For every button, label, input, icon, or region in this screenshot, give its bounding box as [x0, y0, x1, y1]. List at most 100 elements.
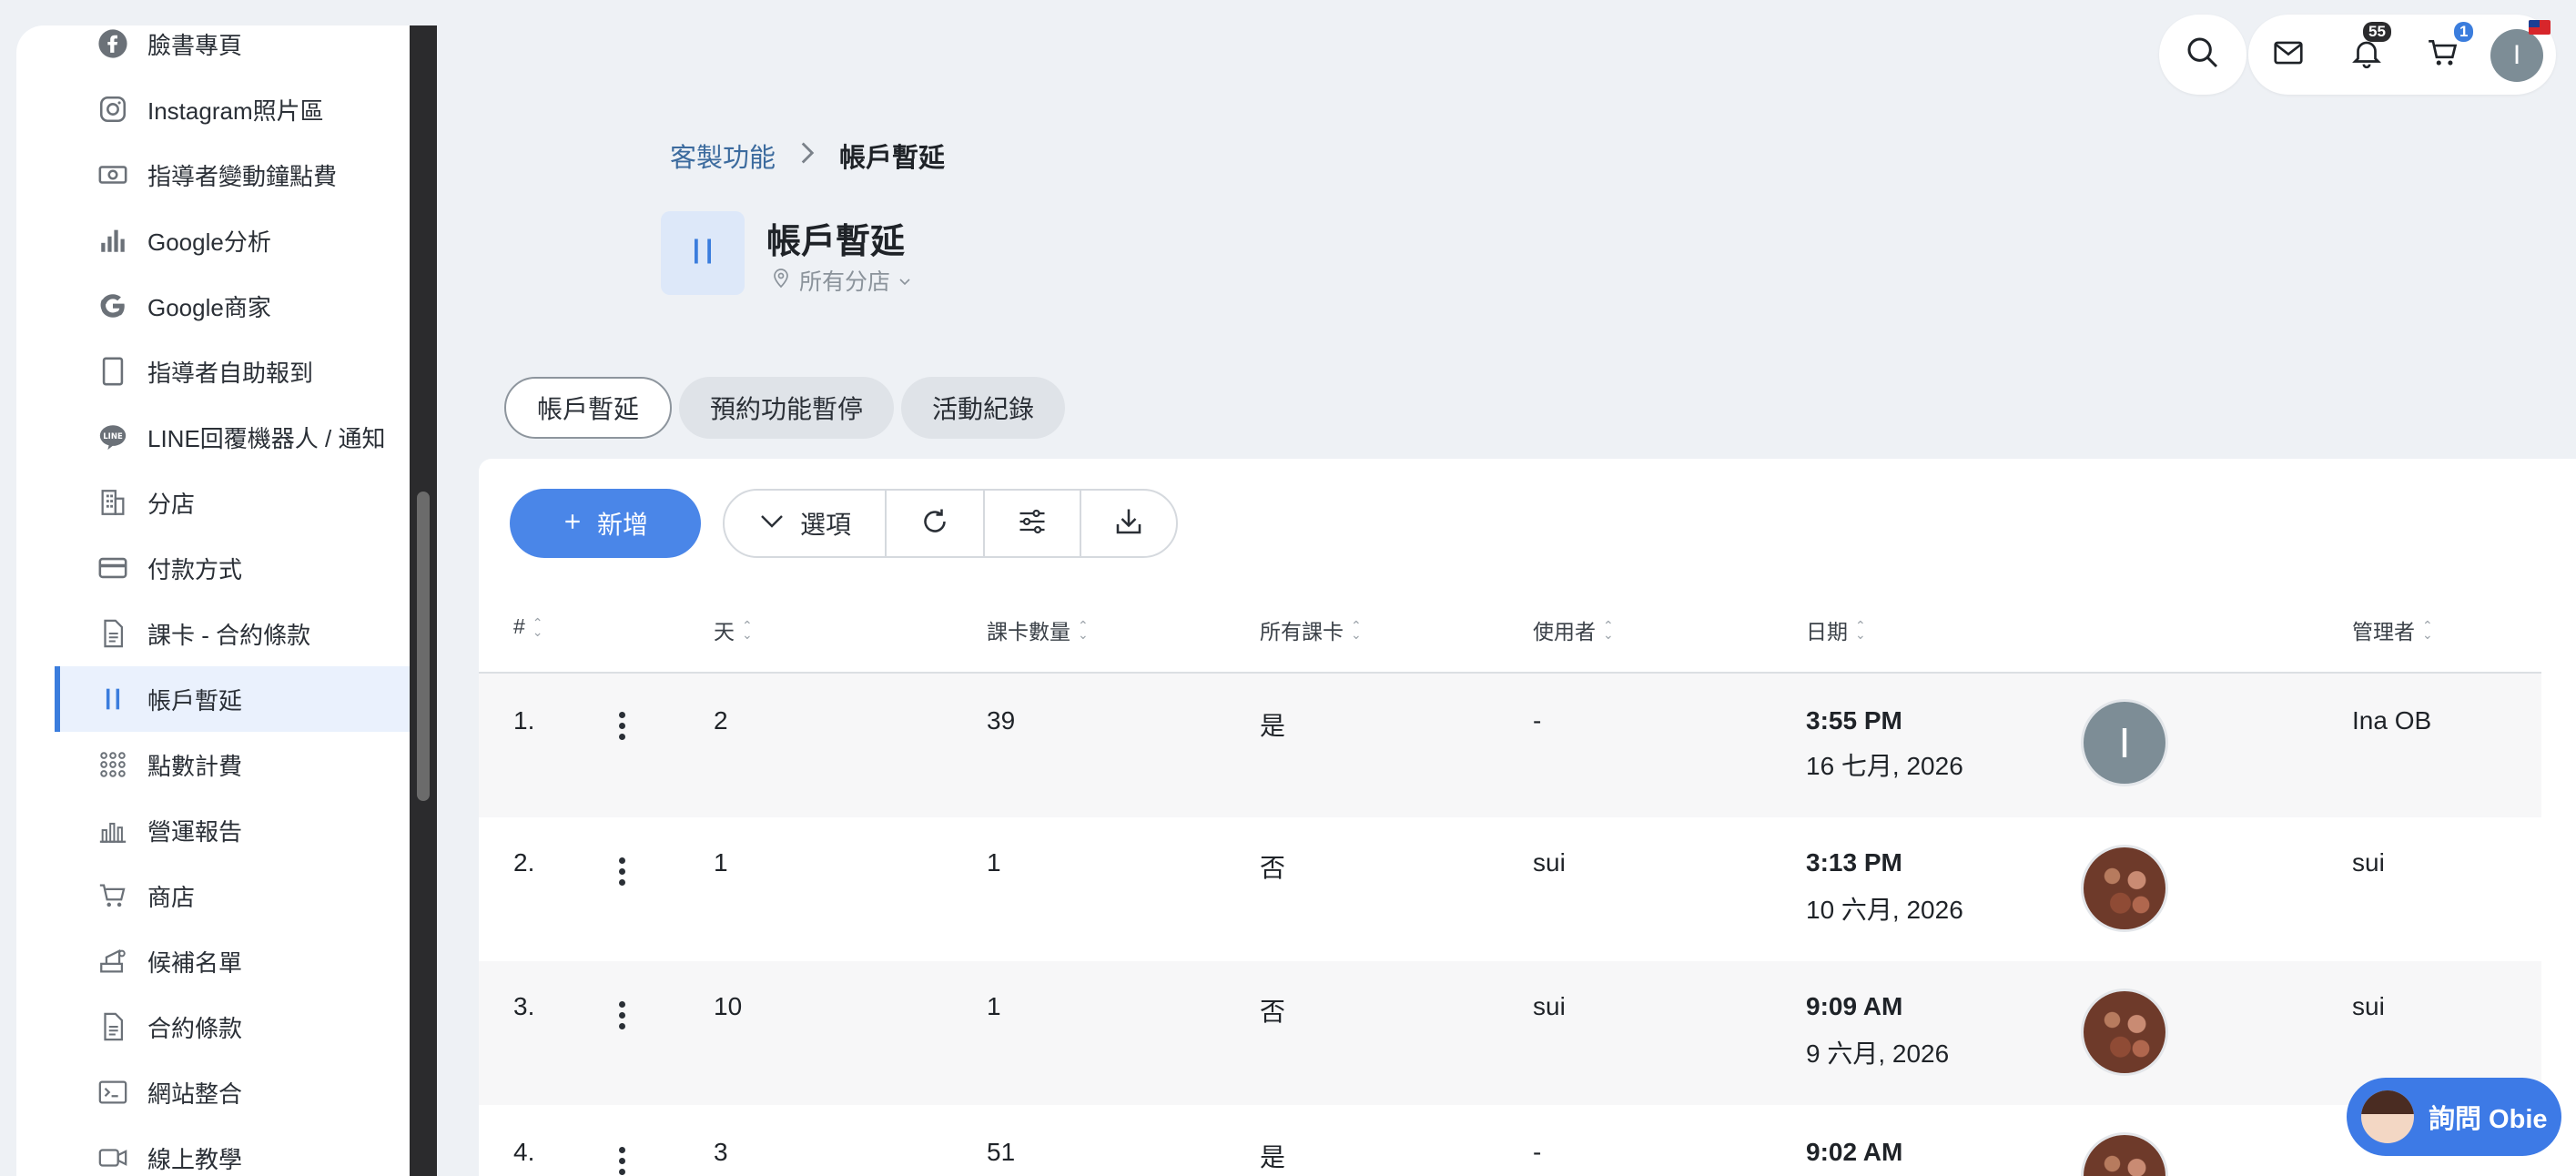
download-icon — [1112, 505, 1145, 542]
row-index: 1. — [513, 706, 535, 735]
sidebar-item-branches[interactable]: 分店 — [55, 470, 410, 535]
sidebar-item-instructor-fee[interactable]: 指導者變動鐘點費 — [55, 142, 410, 208]
row-menu-icon[interactable] — [619, 712, 628, 745]
sidebar-item-google-analytics[interactable]: Google分析 — [55, 208, 410, 273]
sidebar: 臉書專頁 Instagram照片區 指導者變動鐘點費 Google分析 Goog… — [16, 25, 410, 1176]
row-menu-icon[interactable] — [619, 857, 628, 890]
options-button[interactable]: 選項 — [725, 491, 887, 556]
sidebar-item-instagram[interactable]: Instagram照片區 — [55, 76, 410, 142]
row-days: 3 — [714, 1138, 728, 1166]
row-avatar: I — [2081, 699, 2168, 786]
flag-icon[interactable] — [2529, 20, 2551, 35]
table-row[interactable]: 1. 2 39 是 - 3:55 PM 16 七月, 2026 I Ina OB — [479, 674, 2541, 817]
column-label: 使用者 — [1533, 620, 1596, 644]
notification-button[interactable] — [2348, 36, 2385, 73]
sidebar-item-google-business[interactable]: Google商家 — [55, 273, 410, 339]
cart-icon — [2426, 35, 2460, 75]
sidebar-item-self-checkin[interactable]: 指導者自助報到 — [55, 339, 410, 404]
sidebar-item-line-bot[interactable]: LINE LINE回覆機器人 / 通知 — [55, 404, 410, 470]
search-button[interactable] — [2159, 15, 2246, 95]
page-title: 帳戶暫延 — [766, 223, 906, 261]
sidebar-item-label: LINE回覆機器人 / 通知 — [147, 424, 386, 452]
row-all-cards: 是 — [1260, 1143, 1286, 1171]
breadcrumb-parent[interactable]: 客製功能 — [670, 137, 776, 175]
tab-account-suspension[interactable]: 帳戶暫延 — [504, 377, 672, 439]
download-button[interactable] — [1081, 491, 1176, 556]
column-header-all-cards[interactable]: 所有課卡 ⌃ ⌄ — [1260, 614, 1362, 645]
credit-card-icon — [96, 552, 129, 584]
row-menu-icon[interactable] — [619, 1001, 628, 1034]
cart-icon — [96, 879, 129, 912]
sidebar-item-online-teaching[interactable]: 線上教學 — [55, 1125, 410, 1176]
table-row[interactable]: 3. 10 1 否 sui 9:09 AM 9 六月, 2026 sui — [479, 961, 2541, 1105]
location-pin-icon — [770, 266, 792, 296]
report-chart-icon — [96, 814, 129, 847]
column-header-admin[interactable]: 管理者 ⌃ ⌄ — [2352, 614, 2433, 645]
column-header-user[interactable]: 使用者 ⌃ ⌄ — [1533, 614, 1614, 645]
sidebar-item-contracts[interactable]: 合約條款 — [55, 994, 410, 1059]
sidebar-item-label: Google商家 — [147, 293, 271, 321]
row-avatar-photo — [2081, 1132, 2168, 1176]
row-date: 10 六月, 2026 — [1806, 896, 1963, 924]
document-icon — [96, 617, 129, 650]
sidebar-item-points[interactable]: 點數計費 — [55, 732, 410, 797]
sidebar-item-label: 分店 — [147, 490, 196, 518]
row-index: 3. — [513, 992, 535, 1020]
branch-selector[interactable]: 所有分店 — [770, 264, 912, 297]
sidebar-item-payment[interactable]: 付款方式 — [55, 535, 410, 601]
sidebar-item-waitlist[interactable]: 候補名單 — [55, 928, 410, 994]
column-label: 日期 — [1806, 620, 1848, 644]
sidebar-item-card-contract[interactable]: 課卡 - 合約條款 — [55, 601, 410, 666]
sidebar-item-reports[interactable]: 營運報告 — [55, 797, 410, 863]
column-header-days[interactable]: 天 ⌃ ⌄ — [714, 614, 753, 645]
sidebar-item-label: 課卡 - 合約條款 — [147, 621, 311, 649]
column-label: 所有課卡 — [1260, 620, 1344, 644]
sidebar-item-website-integration[interactable]: 網站整合 — [55, 1059, 410, 1125]
money-icon — [96, 158, 129, 191]
sidebar-item-facebook[interactable]: 臉書專頁 — [55, 25, 410, 76]
mail-button[interactable] — [2270, 36, 2307, 73]
add-label: 新增 — [596, 511, 648, 539]
breadcrumb: 客製功能 帳戶暫延 — [670, 137, 945, 175]
tablet-icon — [96, 355, 129, 388]
refresh-button[interactable] — [887, 491, 985, 556]
cart-button[interactable] — [2425, 36, 2461, 73]
row-days: 2 — [714, 706, 728, 735]
row-time: 3:13 PM — [1806, 848, 1902, 877]
row-time: 9:09 AM — [1806, 992, 1903, 1020]
table-row[interactable]: 2. 1 1 否 sui 3:13 PM 10 六月, 2026 sui — [479, 817, 2541, 961]
search-icon — [2185, 35, 2221, 76]
sidebar-item-label: 線上教學 — [147, 1145, 243, 1173]
sidebar-item-account-suspension[interactable]: 帳戶暫延 — [55, 666, 410, 732]
tab-activity-log[interactable]: 活動紀錄 — [901, 377, 1065, 439]
line-icon: LINE — [96, 421, 129, 453]
sort-icon: ⌃ ⌄ — [742, 618, 753, 642]
sort-icon: ⌃ ⌄ — [1078, 618, 1089, 642]
row-all-cards: 否 — [1260, 854, 1286, 882]
add-button[interactable]: 新增 — [510, 489, 701, 558]
row-index: 4. — [513, 1138, 535, 1166]
page-icon — [661, 211, 745, 295]
breadcrumb-current: 帳戶暫延 — [839, 144, 946, 173]
notification-badge: 55 — [2363, 22, 2391, 42]
column-header-card-count[interactable]: 課卡數量 ⌃ ⌄ — [987, 614, 1089, 645]
tab-booking-pause[interactable]: 預約功能暫停 — [679, 377, 894, 439]
column-label: 課卡數量 — [987, 620, 1070, 644]
table-row[interactable]: 4. 3 51 是 - 9:02 AM — [479, 1105, 2541, 1176]
mail-icon — [2271, 35, 2306, 75]
waitlist-icon — [96, 945, 129, 978]
column-header-index[interactable]: # ⌃ ⌄ — [513, 614, 543, 639]
bar-chart-icon — [96, 224, 129, 257]
sidebar-scrollbar[interactable] — [417, 492, 430, 801]
sidebar-item-shop[interactable]: 商店 — [55, 863, 410, 928]
refresh-icon — [918, 505, 951, 542]
user-avatar[interactable]: I — [2490, 29, 2543, 82]
filter-button[interactable] — [985, 491, 1081, 556]
sliders-icon — [1016, 505, 1049, 542]
column-header-date[interactable]: 日期 ⌃ ⌄ — [1806, 614, 1866, 645]
pause-icon — [96, 683, 129, 715]
row-admin: sui — [2352, 992, 2385, 1020]
row-menu-icon[interactable] — [619, 1147, 628, 1176]
ask-obie-button[interactable]: 詢問 Obie — [2347, 1078, 2561, 1156]
row-date: 9 六月, 2026 — [1806, 1039, 1950, 1068]
